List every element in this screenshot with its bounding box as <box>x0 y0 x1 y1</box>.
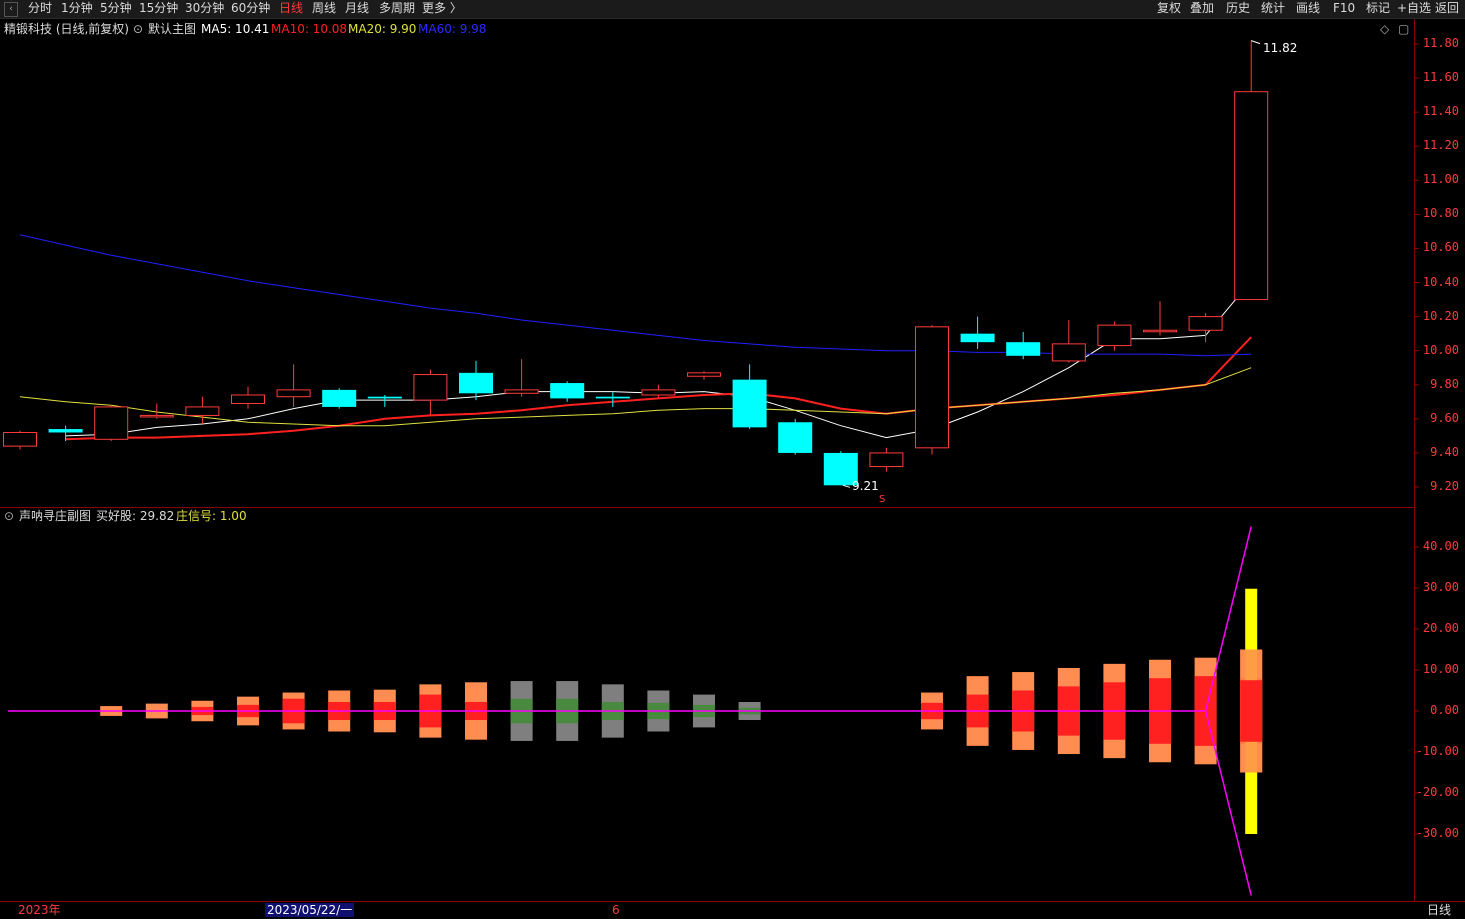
candle-body-down <box>550 383 585 399</box>
candle-body-up <box>1143 329 1177 333</box>
candle-body-down <box>960 333 995 343</box>
candle-body-up <box>231 394 265 405</box>
candle-body-up <box>413 374 448 401</box>
candle-body-down <box>459 372 493 394</box>
low-price-label: 9.21 <box>852 479 879 493</box>
sell-marker: S <box>879 494 886 505</box>
candle-body-up <box>185 406 220 416</box>
candle-body-down <box>778 422 813 453</box>
candle-body-down <box>322 389 357 407</box>
candle-body-down <box>367 396 402 399</box>
candle-body-up <box>687 372 721 377</box>
candle-body-up <box>504 389 539 394</box>
candle-body-up <box>139 414 174 418</box>
candle-body-down <box>1006 342 1041 356</box>
cursor-date-label: 2023/05/22/一 <box>265 903 355 917</box>
candle-body-down <box>48 429 83 433</box>
candle-body-up <box>3 431 37 447</box>
candle-body-down <box>595 396 630 399</box>
candle-body-up <box>94 406 129 440</box>
sonar-bar-inner <box>1240 680 1263 742</box>
candle-body-up <box>1097 324 1132 347</box>
kline-chart[interactable] <box>0 0 1465 918</box>
candle-body-up <box>1234 91 1269 301</box>
candle-body-up <box>641 389 676 396</box>
candle-body-up <box>276 389 311 398</box>
ma-line-ma20 <box>19 367 1252 427</box>
ma-line-ma60 <box>19 234 1252 357</box>
high-leader-line <box>1251 40 1261 45</box>
candle-body-up <box>1051 343 1086 362</box>
low-leader-line <box>842 484 851 488</box>
candle-body-up <box>1188 316 1223 331</box>
time-axis: 2023年 2023/05/22/一 6 日线 <box>0 901 1465 919</box>
month-label: 6 <box>612 903 620 917</box>
year-label: 2023年 <box>18 903 61 917</box>
period-label: 日线 <box>1427 903 1452 917</box>
candle-body-up <box>869 452 904 468</box>
high-price-label: 11.82 <box>1263 41 1298 55</box>
candle-body-down <box>732 379 767 428</box>
candle-body-up <box>915 326 949 449</box>
